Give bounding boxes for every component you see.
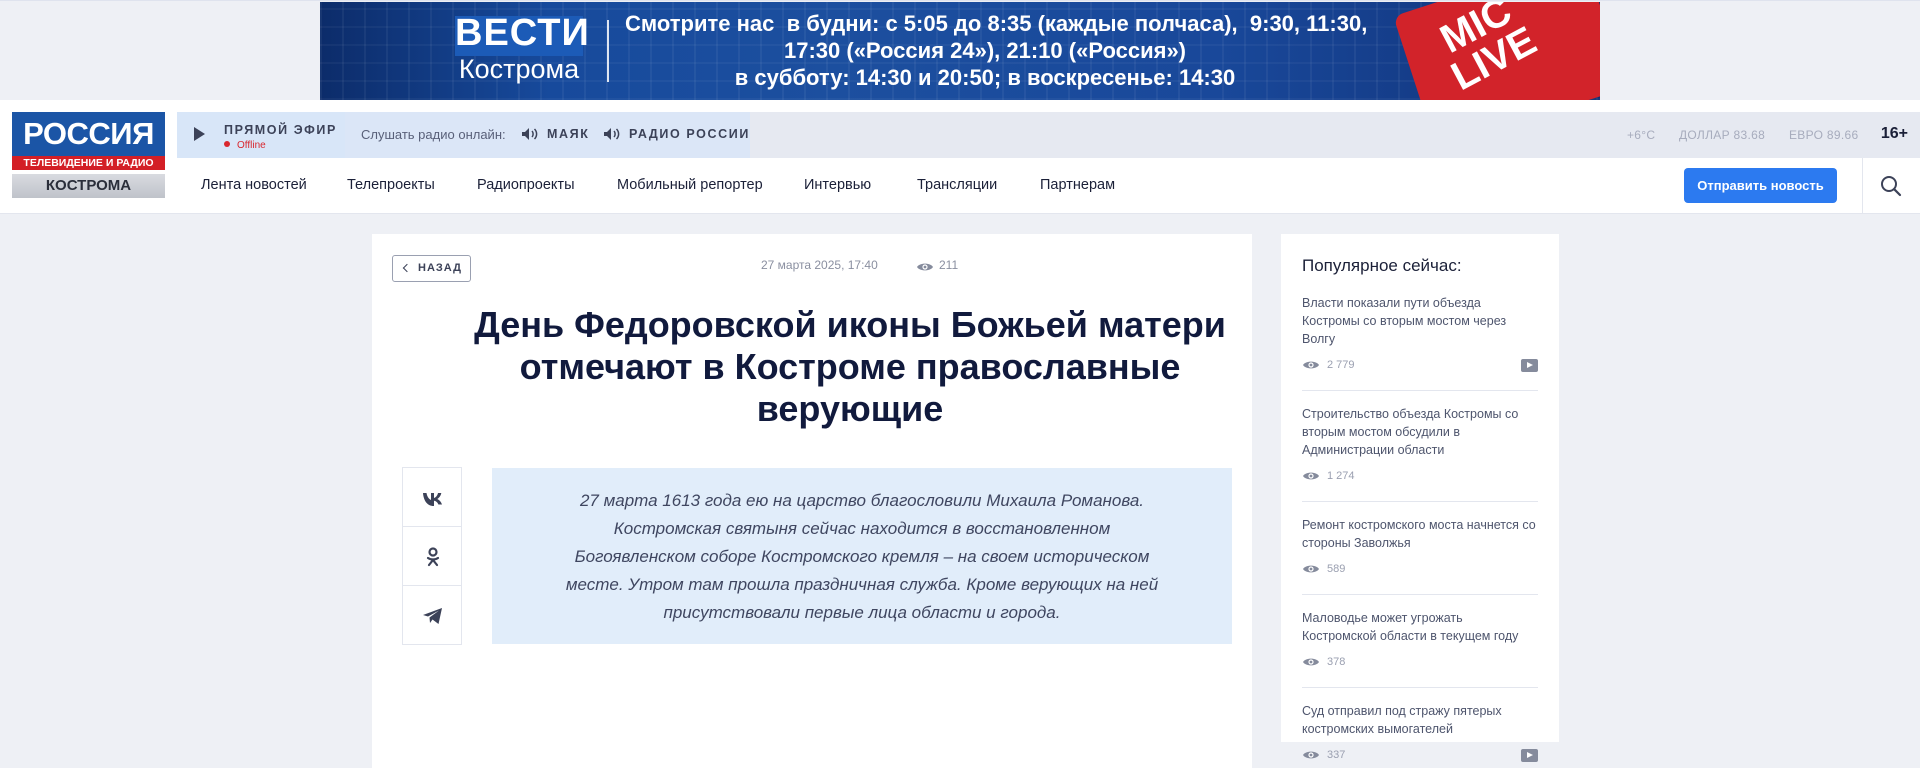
banner-brand: ВЕСТИ [455,12,590,54]
popular-title: Популярное сейчас: [1302,256,1462,275]
nav-item-interviews[interactable]: Интервью [804,177,871,193]
live-stream-button[interactable]: ПРЯМОЙ ЭФИР Offline [177,112,345,158]
play-icon [194,127,205,141]
nav-item-tv-projects[interactable]: Телепроекты [347,177,435,193]
share-vk-button[interactable] [403,468,461,527]
popular-item-views: 337 [1302,746,1538,766]
top-bar: ПРЯМОЙ ЭФИР Offline Слушать радио онлайн… [177,112,1920,158]
back-button[interactable]: НАЗАД [392,255,471,282]
search-divider [1862,158,1863,214]
ok-icon [426,547,440,567]
eye-icon [1302,359,1320,371]
telegram-icon [423,608,442,624]
banner-schedule-line-1: Смотрите нас в будни: с 5:05 до 8:35 (ка… [625,11,1368,36]
article-card: НАЗАД 27 марта 2025, 17:40 211 День Федо… [372,234,1252,768]
speaker-icon[interactable] [521,127,539,141]
popular-item-views: 378 [1302,653,1538,673]
eye-icon [1302,749,1320,761]
popular-item[interactable]: Власти показали пути объезда Костромы со… [1302,294,1538,391]
popular-sidebar: Популярное сейчас: Власти показали пути … [1281,234,1559,762]
eye-icon [1302,656,1320,668]
popular-item[interactable]: Суд отправил под стражу пятерых костромс… [1302,702,1538,768]
top-banner-area: ВЕСТИ Кострома Смотрите нас в будни: с 5… [0,0,1920,100]
offline-dot-icon [224,141,230,147]
speaker-icon[interactable] [603,127,621,141]
back-label: НАЗАД [418,262,462,274]
logo-line-2: ТЕЛЕВИДЕНИЕ И РАДИО [12,156,165,170]
popular-item-text: Власти показали пути объезда Костромы со… [1302,296,1507,346]
nav-item-radio-projects[interactable]: Радиопроекты [477,177,575,193]
logo-line-1: РОССИЯ [12,112,165,156]
eye-icon [1302,470,1320,482]
popular-item-views: 589 [1302,560,1538,580]
send-news-button[interactable]: Отправить новость [1684,168,1837,203]
video-icon [1521,749,1538,762]
vesti-kostroma-banner[interactable]: ВЕСТИ Кострома Смотрите нас в будни: с 5… [320,2,1600,100]
views-count: 378 [1327,656,1346,668]
share-panel [402,467,462,645]
popular-item-views: 2 779 [1302,356,1538,376]
banner-schedule-line-3: в субботу: 14:30 и 20:50; в воскресенье:… [734,65,1236,90]
site-logo[interactable]: РОССИЯ ТЕЛЕВИДЕНИЕ И РАДИО КОСТРОМА [12,112,165,202]
live-status: Offline [224,140,266,151]
nav-item-broadcasts[interactable]: Трансляции [917,177,997,193]
views-count: 589 [1327,563,1346,575]
nav-item-mobile-reporter[interactable]: Мобильный репортер [617,177,763,193]
share-ok-button[interactable] [403,527,461,586]
views-count: 1 274 [1327,470,1355,482]
vk-icon [423,493,442,506]
banner-divider [607,20,609,82]
live-status-text: Offline [237,140,266,151]
article-views: 211 [939,258,959,272]
age-rating: 16+ [1880,125,1908,142]
temperature: +6°C [1627,128,1656,142]
euro-rate: ЕВРО 89.66 [1789,128,1859,142]
views-count: 337 [1327,749,1346,761]
radio-rossii-link[interactable]: РАДИО РОССИИ [629,127,750,141]
logo-line-3: КОСТРОМА [12,174,165,198]
site-header: РОССИЯ ТЕЛЕВИДЕНИЕ И РАДИО КОСТРОМА ПРЯМ… [0,100,1920,214]
radio-title: Слушать радио онлайн: [361,127,506,142]
popular-item-text: Ремонт костромского моста начнется со ст… [1302,518,1536,550]
popular-item-views: 1 274 [1302,467,1538,487]
radio-mayak-link[interactable]: МАЯК [547,127,589,141]
popular-item[interactable]: Ремонт костромского моста начнется со ст… [1302,516,1538,595]
live-stream-label: ПРЯМОЙ ЭФИР [224,123,337,137]
share-telegram-button[interactable] [403,586,461,645]
radio-online-zone: Слушать радио онлайн: МАЯК РАДИО РОССИИ [345,112,750,158]
video-icon [1521,359,1538,372]
popular-item-text: Суд отправил под стражу пятерых костромс… [1302,704,1502,736]
article-title: День Федоровской иконы Божьей матери отм… [474,304,1226,429]
nav-item-news-feed[interactable]: Лента новостей [201,177,307,193]
banner-city: Кострома [458,54,580,84]
article-date: 27 марта 2025, 17:40 [761,258,878,272]
dollar-rate: ДОЛЛАР 83.68 [1679,128,1766,142]
eye-icon [916,260,934,272]
views-count: 2 779 [1327,359,1355,371]
search-icon[interactable] [1880,175,1902,197]
popular-item[interactable]: Строительство объезда Костромы со вторым… [1302,405,1538,502]
article-lead: 27 марта 1613 года ею на царство благосл… [492,468,1232,644]
chevron-left-icon [402,263,412,273]
popular-item-text: Маловодье может угрожать Костромской обл… [1302,611,1519,643]
popular-item-text: Строительство объезда Костромы со вторым… [1302,407,1519,457]
banner-schedule: Смотрите нас в будни: с 5:05 до 8:35 (ка… [625,10,1368,91]
nav-item-partners[interactable]: Партнерам [1040,177,1115,193]
popular-item[interactable]: Маловодье может угрожать Костромской обл… [1302,609,1538,688]
eye-icon [1302,563,1320,575]
banner-schedule-line-2: 17:30 («Россия 24»), 21:10 («Россия») [783,38,1187,63]
